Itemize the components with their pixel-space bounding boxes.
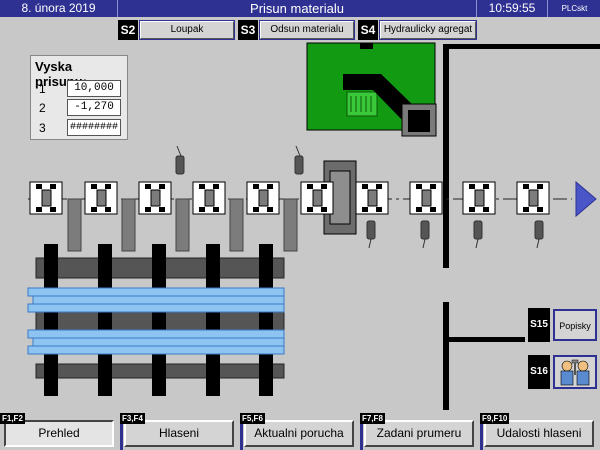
fkey-label: F1,F2 <box>0 413 25 424</box>
fkey-udalosti-hlaseni: Udalosti hlaseni F9,F10 <box>480 413 598 450</box>
diameter-input-button[interactable]: Zadani prumeru <box>364 420 474 447</box>
sensor-icon <box>175 145 304 175</box>
sensor-icon <box>366 220 544 249</box>
overview-button[interactable]: Prehled <box>4 420 114 447</box>
fkey-label: F7,F8 <box>360 413 385 424</box>
fkey-label: F5,F6 <box>240 413 265 424</box>
event-messages-button[interactable]: Udalosti hlaseni <box>484 420 594 447</box>
fkey-label: F9,F10 <box>480 413 510 424</box>
section-code-s15: S15 <box>528 308 550 342</box>
direction-arrow <box>575 180 597 218</box>
fkey-prehled: Prehled F1,F2 <box>0 413 118 450</box>
fkey-label: F3,F4 <box>120 413 145 424</box>
wall <box>443 44 449 268</box>
labels-button[interactable]: Popisky <box>553 309 597 341</box>
fkey-hlaseni: Hlaseni F3,F4 <box>120 413 238 450</box>
fkey-aktualni-porucha: Aktualni porucha F5,F6 <box>240 413 358 450</box>
messages-button[interactable]: Hlaseni <box>124 420 234 447</box>
maintenance-button[interactable] <box>553 355 597 389</box>
process-diagram <box>27 42 600 410</box>
section-code-s16: S16 <box>528 355 550 389</box>
current-fault-button[interactable]: Aktualni porucha <box>244 420 354 447</box>
fkey-zadani-prumeru: Zadani prumeru F7,F8 <box>360 413 478 450</box>
maintenance-workers-icon <box>560 359 590 386</box>
